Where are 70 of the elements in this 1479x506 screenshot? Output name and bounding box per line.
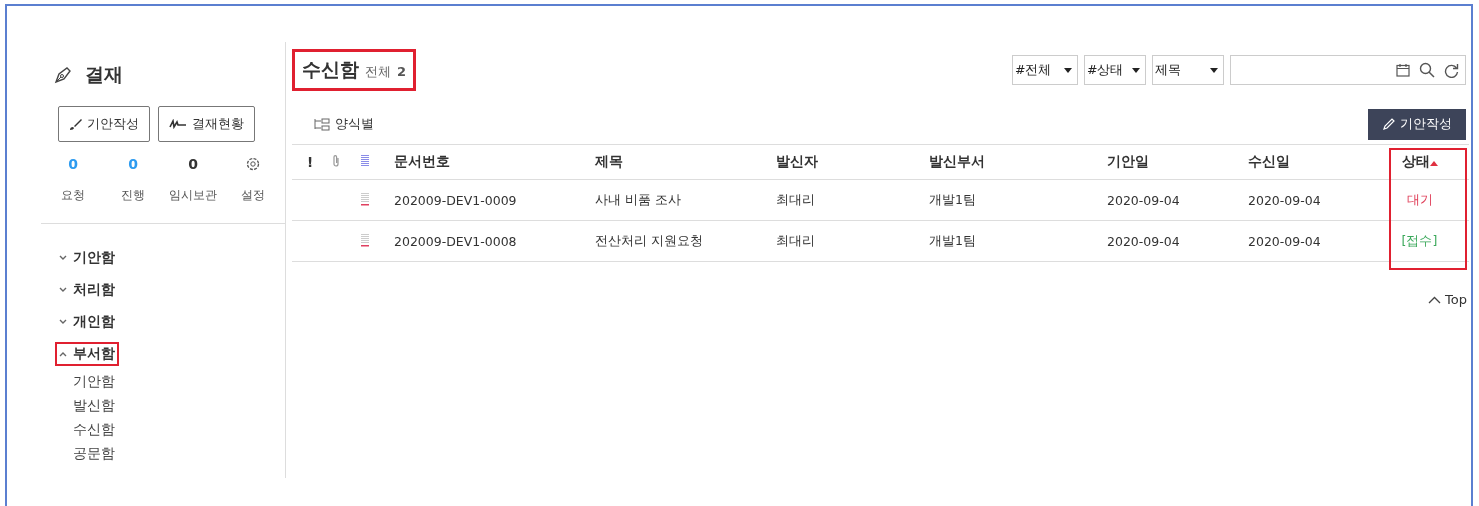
total-count: 2	[397, 64, 407, 79]
column-header: !	[307, 154, 314, 170]
counter-label: 임시보관	[169, 188, 217, 203]
chevron-down-icon	[59, 287, 67, 293]
sort-up-icon[interactable]	[1429, 160, 1438, 166]
total-label: 전체	[365, 63, 391, 81]
tree-subitem[interactable]: 공문함	[73, 445, 115, 463]
tree-item[interactable]: 부서함	[55, 342, 119, 366]
table-cell: 2020-09-04	[1248, 233, 1321, 249]
column-header[interactable]: 상태	[1401, 153, 1430, 169]
chevron-up-icon	[59, 351, 67, 357]
filter-dropdown[interactable]: 제목	[1152, 55, 1224, 85]
column-header[interactable]: 수신일	[1248, 153, 1290, 169]
tree-structure-icon	[314, 117, 330, 131]
table-cell[interactable]: 사내 비품 조사	[595, 191, 681, 207]
chevron-up-icon	[1428, 295, 1442, 304]
table-cell: 202009-DEV1-0008	[394, 233, 517, 249]
filter-dropdown[interactable]: #상태	[1084, 55, 1146, 85]
table-cell[interactable]: 전산처리 지원요청	[595, 232, 703, 248]
tree-item[interactable]: 기안함	[55, 246, 119, 270]
search-field[interactable]	[1230, 55, 1466, 85]
table-cell: 2020-09-04	[1107, 192, 1180, 208]
column-header[interactable]: 발신부서	[929, 153, 985, 169]
calendar-icon[interactable]	[1396, 63, 1410, 77]
tree-subitem[interactable]: 수신함	[69, 419, 119, 441]
table-cell: 최대리	[776, 232, 815, 248]
chevron-down-icon	[59, 319, 67, 325]
document-icon	[360, 232, 370, 247]
filter-dropdown[interactable]: #전체	[1012, 55, 1078, 85]
caret-icon	[1064, 67, 1072, 73]
pen-nib-icon	[53, 65, 73, 85]
table-cell: 2020-09-04	[1107, 233, 1180, 249]
app-title: 결재	[85, 62, 123, 87]
document-icon	[360, 191, 370, 206]
group-by-form-button[interactable]: 양식별	[308, 114, 380, 134]
table-cell: 2020-09-04	[1248, 192, 1321, 208]
table-cell: 개발1팀	[929, 191, 976, 207]
tree-item[interactable]: 개인함	[55, 310, 119, 334]
draft-button[interactable]: 기안작성	[58, 106, 150, 142]
refresh-icon[interactable]	[1444, 62, 1459, 78]
chevron-down-icon	[59, 255, 67, 261]
column-header[interactable]: 발신자	[776, 153, 818, 169]
caret-icon	[1210, 67, 1218, 73]
counter-label: 진행	[121, 188, 145, 203]
count-value[interactable]: 0	[188, 156, 198, 174]
pencil-icon	[1382, 117, 1395, 131]
caret-icon	[1132, 67, 1140, 73]
column-header[interactable]: 기안일	[1107, 153, 1149, 169]
tree-subitem[interactable]: 기안함	[73, 373, 115, 391]
status-button[interactable]: 결재현황	[158, 106, 255, 142]
paperclip-icon	[332, 154, 340, 167]
table-cell: 최대리	[776, 191, 815, 207]
status-label: [접수]	[1401, 232, 1438, 248]
column-header[interactable]: 문서번호	[394, 153, 450, 169]
signature-icon	[169, 119, 187, 129]
draft-button[interactable]: 기안작성	[1368, 108, 1466, 140]
column-header[interactable]: 제목	[595, 153, 623, 169]
tree-subitem[interactable]: 발신함	[73, 397, 115, 415]
tree-item[interactable]: 처리함	[55, 278, 119, 302]
top-link[interactable]: Top	[1428, 292, 1467, 307]
counter-label: 설정	[241, 188, 265, 203]
document-icon	[360, 153, 370, 168]
table-cell: 202009-DEV1-0009	[394, 192, 517, 208]
status-label: 대기	[1406, 191, 1433, 207]
page-title: 수신함	[302, 57, 359, 82]
table-cell: 개발1팀	[929, 232, 976, 248]
search-icon[interactable]	[1419, 62, 1435, 78]
brush-icon	[69, 117, 82, 131]
counter-label: 요청	[61, 188, 85, 203]
settings-icon[interactable]	[245, 156, 261, 172]
